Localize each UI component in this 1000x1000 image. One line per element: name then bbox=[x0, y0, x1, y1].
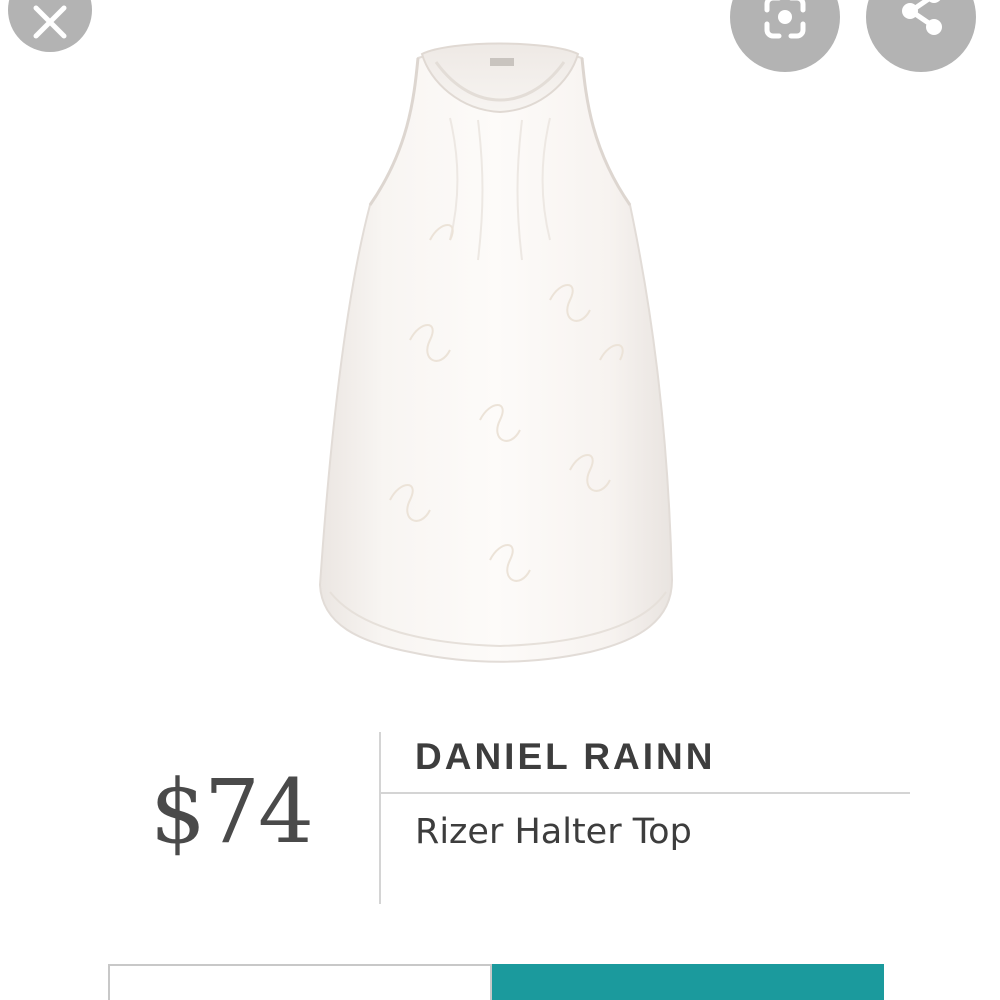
primary-button[interactable] bbox=[492, 964, 884, 1000]
product-card: $74 DANIEL RAINN Rizer Halter Top bbox=[0, 0, 1000, 1000]
secondary-button[interactable] bbox=[108, 964, 492, 1000]
brand-name: DANIEL RAINN bbox=[415, 736, 716, 777]
share-icon bbox=[902, 0, 942, 35]
product-price: $74 bbox=[150, 760, 314, 863]
lens-search-button[interactable] bbox=[730, 0, 840, 72]
close-icon bbox=[33, 5, 67, 39]
share-button[interactable] bbox=[866, 0, 976, 72]
vertical-divider bbox=[379, 732, 381, 904]
horizontal-divider bbox=[380, 792, 910, 794]
lens-search-icon bbox=[764, 0, 806, 39]
close-button[interactable] bbox=[8, 0, 92, 52]
product-name: Rizer Halter Top bbox=[415, 812, 692, 852]
product-image bbox=[318, 42, 674, 663]
